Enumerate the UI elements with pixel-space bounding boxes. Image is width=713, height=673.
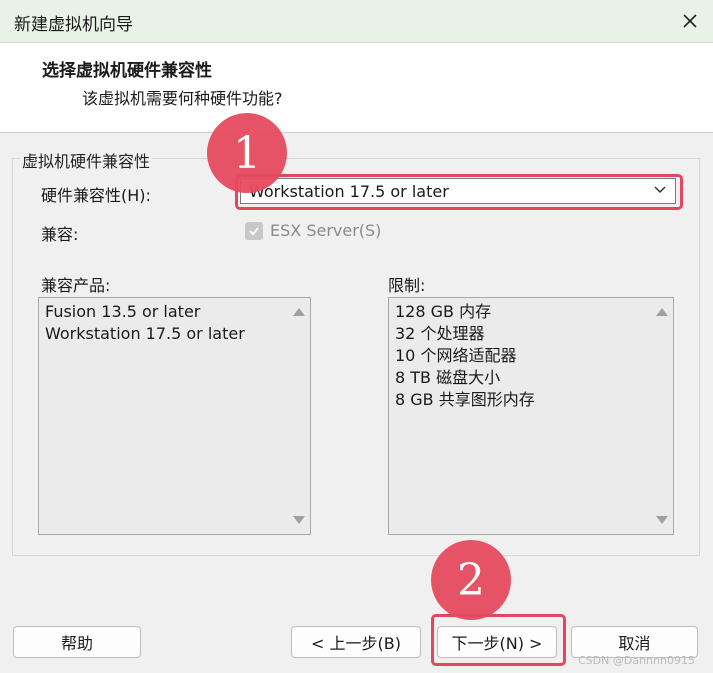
esx-checkbox-label: ESX Server(S) — [270, 221, 382, 240]
products-listbox[interactable]: Fusion 13.5 or later Workstation 17.5 or… — [38, 297, 311, 535]
limits-scrollbar[interactable] — [651, 298, 673, 534]
limits-label: 限制: — [388, 276, 426, 295]
scroll-up-icon[interactable] — [293, 308, 305, 316]
step-badge-2: 2 — [431, 540, 511, 620]
list-item: 8 TB 磁盘大小 — [395, 368, 501, 387]
check-icon — [249, 227, 259, 236]
list-item: 8 GB 共享图形内存 — [395, 390, 535, 409]
help-button[interactable]: 帮助 — [13, 626, 141, 658]
list-item: 10 个网络适配器 — [395, 346, 517, 365]
highlight-box-2 — [431, 614, 566, 666]
products-scrollbar[interactable] — [288, 298, 310, 534]
wizard-header: 选择虚拟机硬件兼容性 该虚拟机需要何种硬件功能? — [0, 43, 713, 133]
scroll-down-icon[interactable] — [656, 516, 668, 524]
page-title: 选择虚拟机硬件兼容性 — [42, 61, 212, 81]
close-icon — [683, 14, 697, 28]
esx-checkbox[interactable] — [245, 222, 263, 240]
list-item: Workstation 17.5 or later — [45, 324, 245, 343]
limits-list: 128 GB 内存 32 个处理器 10 个网络适配器 8 TB 磁盘大小 8 … — [395, 301, 535, 411]
window-title: 新建虚拟机向导 — [14, 15, 133, 35]
list-item: 128 GB 内存 — [395, 302, 492, 321]
step-badge-1: 1 — [207, 113, 287, 193]
group-legend: 虚拟机硬件兼容性 — [20, 148, 153, 172]
page-subtitle: 该虚拟机需要何种硬件功能? — [82, 89, 283, 108]
title-bar: 新建虚拟机向导 — [0, 0, 713, 43]
limits-listbox[interactable]: 128 GB 内存 32 个处理器 10 个网络适配器 8 TB 磁盘大小 8 … — [388, 297, 674, 535]
products-list: Fusion 13.5 or later Workstation 17.5 or… — [45, 301, 245, 345]
hw-compat-label: 硬件兼容性(H): — [41, 186, 151, 205]
highlight-box-1 — [235, 174, 683, 210]
scroll-up-icon[interactable] — [656, 308, 668, 316]
products-label: 兼容产品: — [41, 276, 111, 295]
compat-label: 兼容: — [41, 225, 79, 244]
close-button[interactable] — [667, 0, 713, 42]
scroll-down-icon[interactable] — [293, 516, 305, 524]
list-item: Fusion 13.5 or later — [45, 302, 201, 321]
watermark: CSDN @Dannnn0915 — [578, 654, 695, 667]
back-button[interactable]: < 上一步(B) — [291, 626, 421, 658]
list-item: 32 个处理器 — [395, 324, 485, 343]
